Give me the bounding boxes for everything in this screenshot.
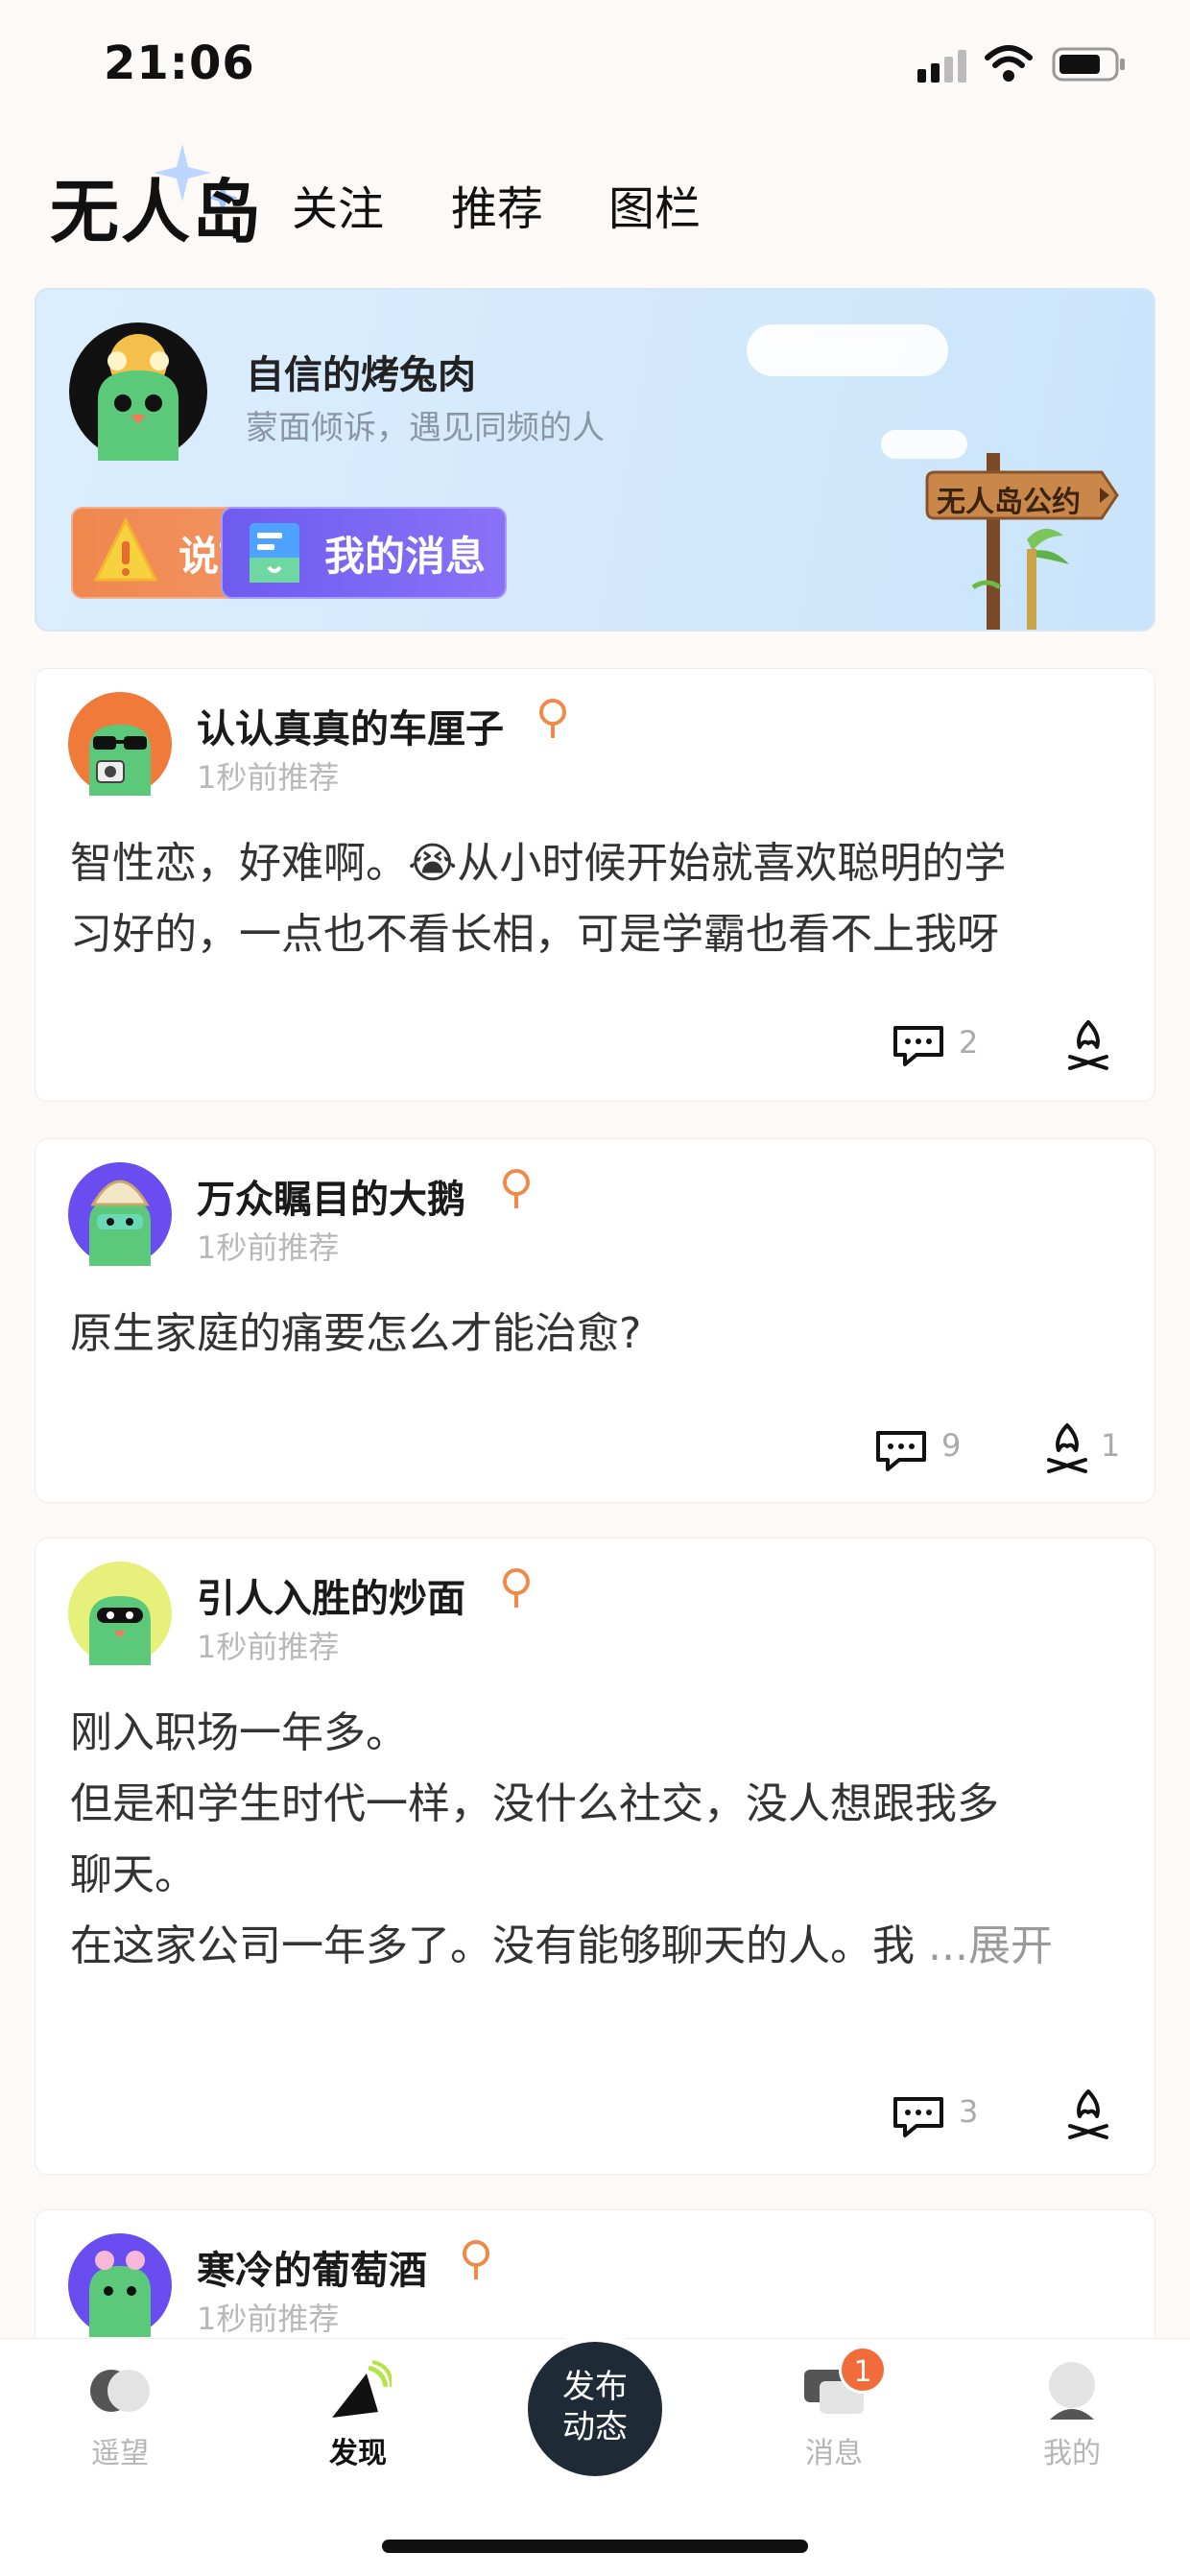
post-username[interactable]: 认认真真的车厘子 bbox=[197, 698, 504, 753]
nav-label: 遥望 bbox=[91, 2437, 149, 2470]
comment-icon[interactable] bbox=[892, 2095, 945, 2139]
my-messages-label: 我的消息 bbox=[324, 532, 487, 580]
two-circles-icon bbox=[90, 2370, 150, 2412]
tab-recommend[interactable]: 推荐 bbox=[451, 171, 543, 238]
nav-item-me[interactable]: 我的 bbox=[1010, 2360, 1134, 2471]
post-username[interactable]: 寒冷的葡萄酒 bbox=[197, 2239, 427, 2295]
post-avatar[interactable] bbox=[68, 692, 172, 796]
location-pin-icon bbox=[503, 1169, 530, 1208]
nav-item-discover[interactable]: 发现 bbox=[296, 2360, 420, 2471]
post-time: 1秒前推荐 bbox=[197, 1629, 340, 1665]
battery-icon bbox=[1052, 47, 1125, 82]
my-messages-button[interactable]: 我的消息 bbox=[221, 507, 507, 599]
post-content-line: 但是和学生时代一样，没什么社交，没人想跟我多 bbox=[70, 1779, 999, 1828]
expand-link[interactable]: ...展开 bbox=[928, 1921, 1053, 1970]
comment-count: 9 bbox=[941, 1427, 962, 1464]
status-time: 21:06 bbox=[104, 36, 255, 90]
campfire-icon[interactable] bbox=[1043, 1421, 1091, 1475]
comment-count: 2 bbox=[959, 1024, 979, 1061]
post-content-text: 在这家公司一年多了。没有能够聊天的人。我 bbox=[70, 1921, 928, 1970]
comment-count: 3 bbox=[959, 2093, 979, 2130]
location-pin-icon bbox=[539, 699, 566, 738]
rules-signpost[interactable] bbox=[919, 443, 1140, 632]
rules-sign-label[interactable]: 无人岛公约 bbox=[937, 478, 1081, 520]
post-content-line: 在这家公司一年多了。没有能够聊天的人。我 ...展开 bbox=[70, 1911, 1126, 1982]
location-pin-icon bbox=[503, 1568, 530, 1608]
campfire-icon[interactable] bbox=[1064, 1018, 1112, 1072]
publish-label-line: 动态 bbox=[562, 2408, 628, 2446]
publish-label-line: 发布 bbox=[562, 2368, 628, 2406]
post-time: 1秒前推荐 bbox=[197, 759, 340, 796]
person-icon bbox=[1049, 2362, 1095, 2420]
radar-icon bbox=[332, 2360, 392, 2418]
tab-follow[interactable]: 关注 bbox=[292, 171, 384, 238]
publish-post-button[interactable]: 发布 动态 bbox=[528, 2342, 662, 2476]
profile-hero-card: 自信的烤兔肉 蒙面倾诉，遇见同频的人 说故事 我的消息 无人岛公约 bbox=[35, 288, 1155, 632]
post-content[interactable]: 原生家庭的痛要怎么才能治愈? bbox=[70, 1299, 1126, 1370]
post-content[interactable]: 刚入职场一年多。 但是和学生时代一样，没什么社交，没人想跟我多 聊天。 在这家公… bbox=[70, 1698, 1126, 1982]
hero-subtitle: 蒙面倾诉，遇见同频的人 bbox=[246, 409, 605, 447]
post-content-line: 习好的，一点也不看长相，可是学霸也看不上我呀 bbox=[70, 910, 999, 959]
megaphone-icon bbox=[93, 516, 158, 582]
nav-label: 我的 bbox=[1043, 2437, 1101, 2470]
like-count: 1 bbox=[1101, 1427, 1121, 1464]
cloud-decoration bbox=[747, 324, 948, 376]
comment-icon[interactable] bbox=[892, 1024, 945, 1068]
post-avatar[interactable] bbox=[68, 1162, 172, 1266]
post-content-line: 刚入职场一年多。 bbox=[70, 1708, 408, 1757]
post-content[interactable]: 智性恋，好难啊。😭从小时候开始就喜欢聪明的学 习好的，一点也不看长相，可是学霸也… bbox=[70, 828, 1126, 970]
post-username[interactable]: 万众瞩目的大鹅 bbox=[197, 1168, 465, 1224]
location-pin-icon bbox=[463, 2240, 489, 2279]
nav-label: 消息 bbox=[805, 2437, 863, 2470]
post-avatar[interactable] bbox=[68, 2233, 172, 2337]
tab-column[interactable]: 图栏 bbox=[608, 171, 701, 238]
nav-item-distant[interactable]: 遥望 bbox=[58, 2360, 182, 2471]
campfire-icon[interactable] bbox=[1064, 2087, 1112, 2141]
hero-username: 自信的烤兔肉 bbox=[246, 353, 476, 397]
post-content-line: 原生家庭的痛要怎么才能治愈? bbox=[70, 1309, 642, 1358]
home-indicator[interactable] bbox=[382, 2540, 808, 2553]
wifi-icon bbox=[985, 45, 1033, 82]
post-card[interactable]: 认认真真的车厘子 1秒前推荐 智性恋，好难啊。😭从小时候开始就喜欢聪明的学 习好… bbox=[35, 668, 1155, 1102]
comment-icon[interactable] bbox=[874, 1429, 928, 1473]
post-content-line: 智性恋，好难啊。😭从小时候开始就喜欢聪明的学 bbox=[70, 839, 1007, 888]
message-badge: 1 bbox=[839, 2346, 887, 2394]
cellular-signal-icon bbox=[917, 50, 966, 83]
app-logo[interactable]: 无人岛 bbox=[50, 155, 263, 256]
post-content-line: 聊天。 bbox=[70, 1850, 197, 1899]
post-card[interactable]: 万众瞩目的大鹅 1秒前推荐 原生家庭的痛要怎么才能治愈? 9 1 bbox=[35, 1138, 1155, 1503]
post-card[interactable]: 引人入胜的炒面 1秒前推荐 刚入职场一年多。 但是和学生时代一样，没什么社交，没… bbox=[35, 1538, 1155, 2175]
post-time: 1秒前推荐 bbox=[197, 1229, 340, 1266]
message-box-icon bbox=[250, 523, 299, 583]
status-bar: 21:06 bbox=[0, 0, 1190, 125]
post-time: 1秒前推荐 bbox=[197, 2301, 340, 2337]
top-header: 无人岛 关注 推荐 图栏 bbox=[0, 134, 1190, 269]
post-avatar[interactable] bbox=[68, 1562, 172, 1665]
nav-label: 发现 bbox=[329, 2437, 387, 2470]
user-avatar[interactable] bbox=[69, 322, 207, 461]
post-username[interactable]: 引人入胜的炒面 bbox=[197, 1567, 465, 1623]
